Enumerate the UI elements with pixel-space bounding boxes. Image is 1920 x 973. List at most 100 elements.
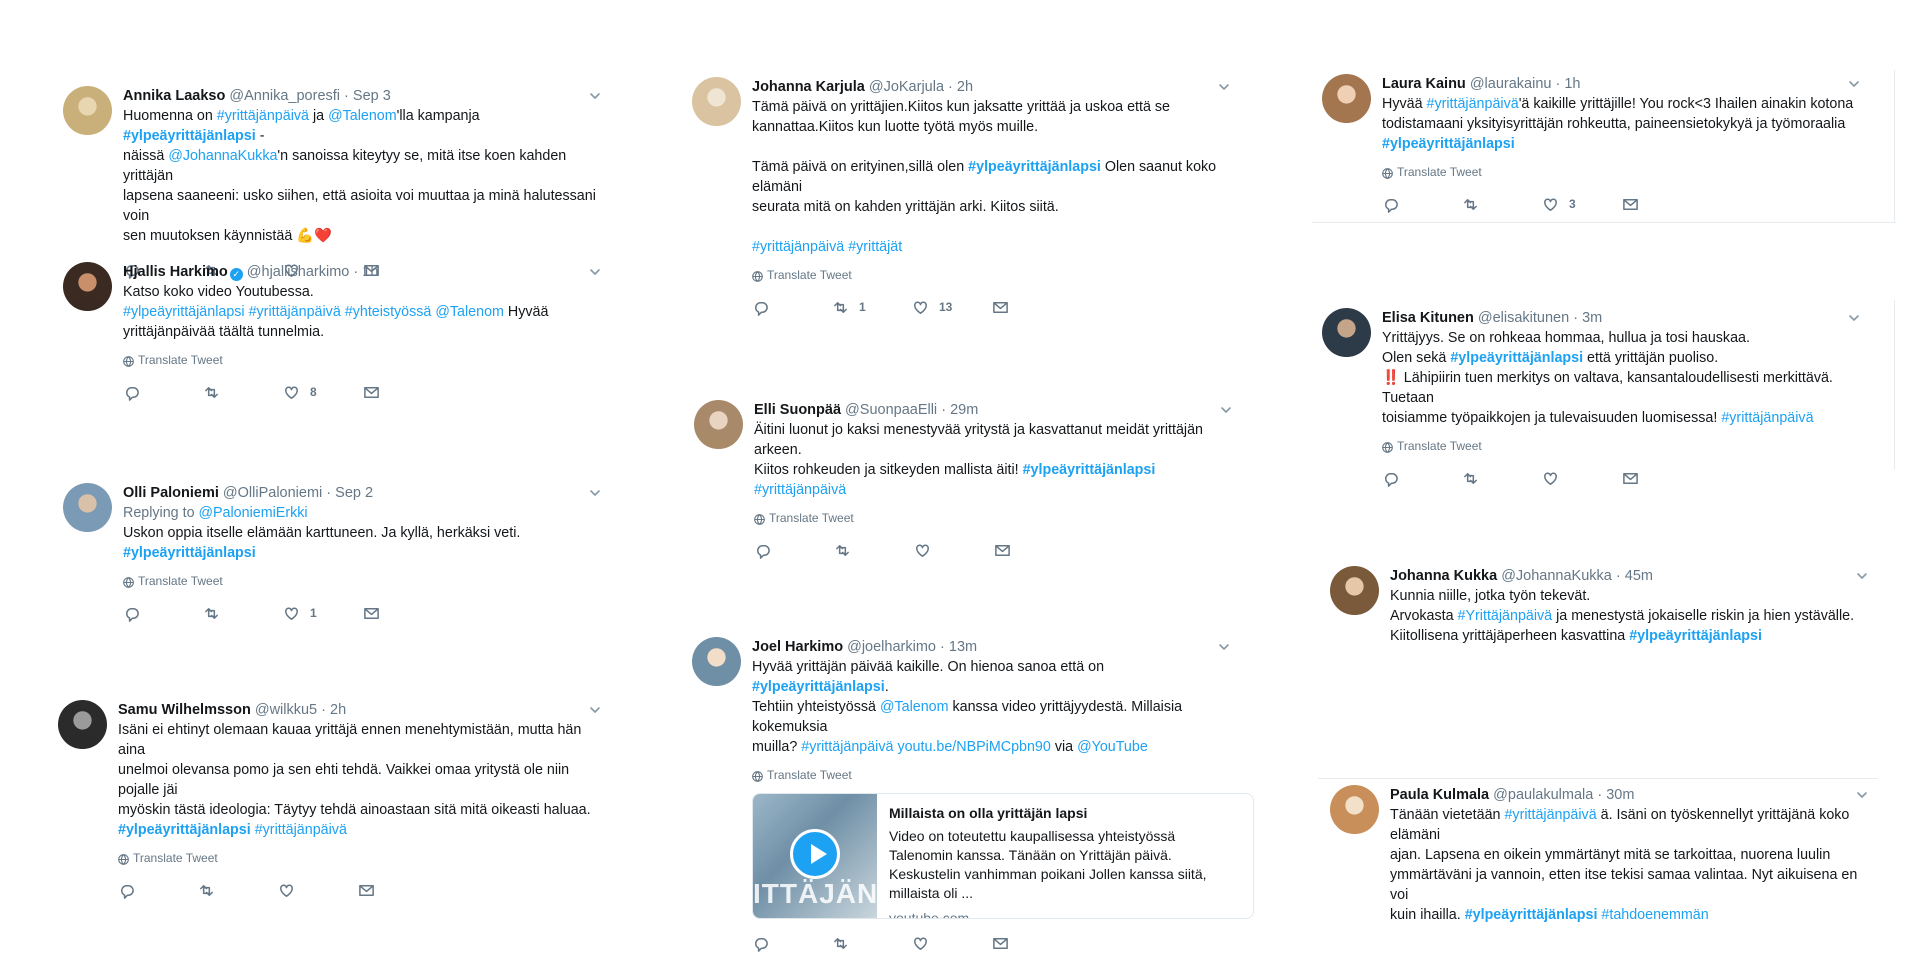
avatar[interactable]: [63, 483, 112, 532]
reply-button[interactable]: [1382, 196, 1462, 213]
like-button[interactable]: [914, 542, 994, 559]
reply-button[interactable]: [1382, 470, 1462, 487]
dm-button[interactable]: [1622, 196, 1652, 213]
reply-button[interactable]: [123, 605, 203, 622]
hashtag-link[interactable]: @JohannaKukka: [168, 148, 277, 164]
hashtag-link[interactable]: #yrittäjänpäivä: [217, 108, 309, 124]
tweet-timestamp[interactable]: 30m: [1606, 787, 1634, 803]
author-name[interactable]: Samu Wilhelmsson: [118, 702, 251, 718]
tweet-timestamp[interactable]: 2h: [330, 702, 346, 718]
hashtag-link[interactable]: #ylpeäyrittäjänlapsi: [118, 822, 251, 838]
author-handle[interactable]: @paulakulmala: [1493, 787, 1593, 803]
translate-tweet-link[interactable]: Translate Tweet: [1382, 438, 1862, 454]
hashtag-link[interactable]: #tahdoenemmän: [1601, 907, 1708, 923]
author-handle[interactable]: @OlliPaloniemi: [223, 485, 322, 501]
tweet-timestamp[interactable]: Sep 3: [353, 88, 391, 104]
hashtag-link[interactable]: #ylpeäyrittäjänlapsi: [1465, 907, 1598, 923]
hashtag-link[interactable]: #yrittäjänpäivä: [255, 822, 347, 838]
avatar[interactable]: [63, 86, 112, 135]
tweet-timestamp[interactable]: 13m: [949, 639, 977, 655]
chevron-down-icon[interactable]: [1854, 787, 1870, 803]
link-card[interactable]: ITTÄJÄN LAMillaista on olla yrittäjän la…: [752, 793, 1254, 919]
like-button[interactable]: [912, 935, 992, 952]
hashtag-link[interactable]: #ylpeäyrittäjänlapsi: [968, 159, 1101, 175]
video-thumbnail[interactable]: ITTÄJÄN LA: [753, 794, 877, 918]
tweet-timestamp[interactable]: Sep 2: [335, 485, 373, 501]
author-handle[interactable]: @hjallisharkimo: [247, 264, 350, 280]
hashtag-link[interactable]: #ylpeäyrittäjänlapsi: [1023, 462, 1156, 478]
dm-button[interactable]: [994, 542, 1024, 559]
reply-button[interactable]: [118, 882, 198, 899]
avatar[interactable]: [1330, 785, 1379, 834]
hashtag-link[interactable]: @Talenom: [328, 108, 397, 124]
translate-tweet-link[interactable]: Translate Tweet: [754, 510, 1234, 526]
hashtag-link[interactable]: #ylpeäyrittäjänlapsi: [123, 545, 256, 561]
avatar[interactable]: [1322, 308, 1371, 357]
tweet-timestamp[interactable]: 3m: [1582, 310, 1602, 326]
translate-tweet-link[interactable]: Translate Tweet: [123, 573, 603, 589]
chevron-down-icon[interactable]: [587, 88, 603, 104]
hashtag-link[interactable]: #ylpeäyrittäjänlapsi: [1450, 350, 1583, 366]
author-handle[interactable]: @elisakitunen: [1478, 310, 1569, 326]
hashtag-link[interactable]: #yrittäjänpäivä: [249, 304, 341, 320]
translate-tweet-link[interactable]: Translate Tweet: [123, 352, 603, 368]
hashtag-link[interactable]: #ylpeäyrittäjänlapsi: [1629, 628, 1762, 644]
replying-to-handle[interactable]: @PaloniemiErkki: [199, 505, 308, 521]
translate-tweet-link[interactable]: Translate Tweet: [118, 850, 603, 866]
translate-tweet-link[interactable]: Translate Tweet: [752, 767, 1232, 783]
tweet-timestamp[interactable]: 1h: [362, 264, 378, 280]
like-button[interactable]: 8: [283, 384, 363, 401]
reply-button[interactable]: [752, 935, 832, 952]
hashtag-link[interactable]: #ylpeäyrittäjänlapsi: [752, 679, 885, 695]
retweet-button[interactable]: [1462, 196, 1542, 213]
author-name[interactable]: Annika Laakso: [123, 88, 225, 104]
chevron-down-icon[interactable]: [1218, 402, 1234, 418]
tweet-timestamp[interactable]: 45m: [1625, 568, 1653, 584]
play-icon[interactable]: [790, 829, 840, 879]
avatar[interactable]: [58, 700, 107, 749]
hashtag-link[interactable]: @Talenom: [435, 304, 504, 320]
dm-button[interactable]: [1622, 470, 1652, 487]
avatar[interactable]: [1322, 74, 1371, 123]
author-name[interactable]: Joel Harkimo: [752, 639, 843, 655]
chevron-down-icon[interactable]: [1846, 310, 1862, 326]
avatar[interactable]: [63, 262, 112, 311]
avatar[interactable]: [1330, 566, 1379, 615]
author-name[interactable]: Johanna Karjula: [752, 79, 865, 95]
reply-button[interactable]: [123, 384, 203, 401]
dm-button[interactable]: [358, 882, 388, 899]
dm-button[interactable]: [992, 935, 1022, 952]
author-handle[interactable]: @JoKarjula: [869, 79, 944, 95]
reply-button[interactable]: [754, 542, 834, 559]
chevron-down-icon[interactable]: [1854, 568, 1870, 584]
hashtag-link[interactable]: #yrittäjänpäivä: [754, 482, 846, 498]
like-button[interactable]: [278, 882, 358, 899]
author-name[interactable]: Paula Kulmala: [1390, 787, 1489, 803]
author-handle[interactable]: @joelharkimo: [847, 639, 936, 655]
dm-button[interactable]: [363, 605, 393, 622]
dm-button[interactable]: [992, 299, 1022, 316]
author-handle[interactable]: @wilkku5: [255, 702, 317, 718]
author-name[interactable]: Hjallis Harkimo: [123, 264, 228, 280]
chevron-down-icon[interactable]: [1846, 76, 1862, 92]
author-handle[interactable]: @JohannaKukka: [1501, 568, 1612, 584]
author-name[interactable]: Johanna Kukka: [1390, 568, 1497, 584]
translate-tweet-link[interactable]: Translate Tweet: [1382, 164, 1862, 180]
avatar[interactable]: [694, 400, 743, 449]
dm-button[interactable]: [363, 384, 393, 401]
tweet-timestamp[interactable]: 2h: [957, 79, 973, 95]
hashtag-link[interactable]: #yhteistyössä: [345, 304, 432, 320]
author-handle[interactable]: @laurakainu: [1470, 76, 1552, 92]
hashtag-link[interactable]: #ylpeäyrittäjänlapsi: [123, 304, 245, 320]
author-name[interactable]: Olli Paloniemi: [123, 485, 219, 501]
author-handle[interactable]: @Annika_poresfi: [229, 88, 340, 104]
hashtag-link[interactable]: #yrittäjänpäivä: [1427, 96, 1519, 112]
hashtag-link[interactable]: #ylpeäyrittäjänlapsi: [123, 128, 256, 144]
chevron-down-icon[interactable]: [587, 485, 603, 501]
like-button[interactable]: 1: [283, 605, 363, 622]
tweet-timestamp[interactable]: 1h: [1564, 76, 1580, 92]
hashtag-link[interactable]: #yrittäjänpäivä: [1721, 410, 1813, 426]
retweet-button[interactable]: [198, 882, 278, 899]
hashtag-link[interactable]: #yrittäjänpäivä: [801, 739, 893, 755]
chevron-down-icon[interactable]: [1216, 79, 1232, 95]
